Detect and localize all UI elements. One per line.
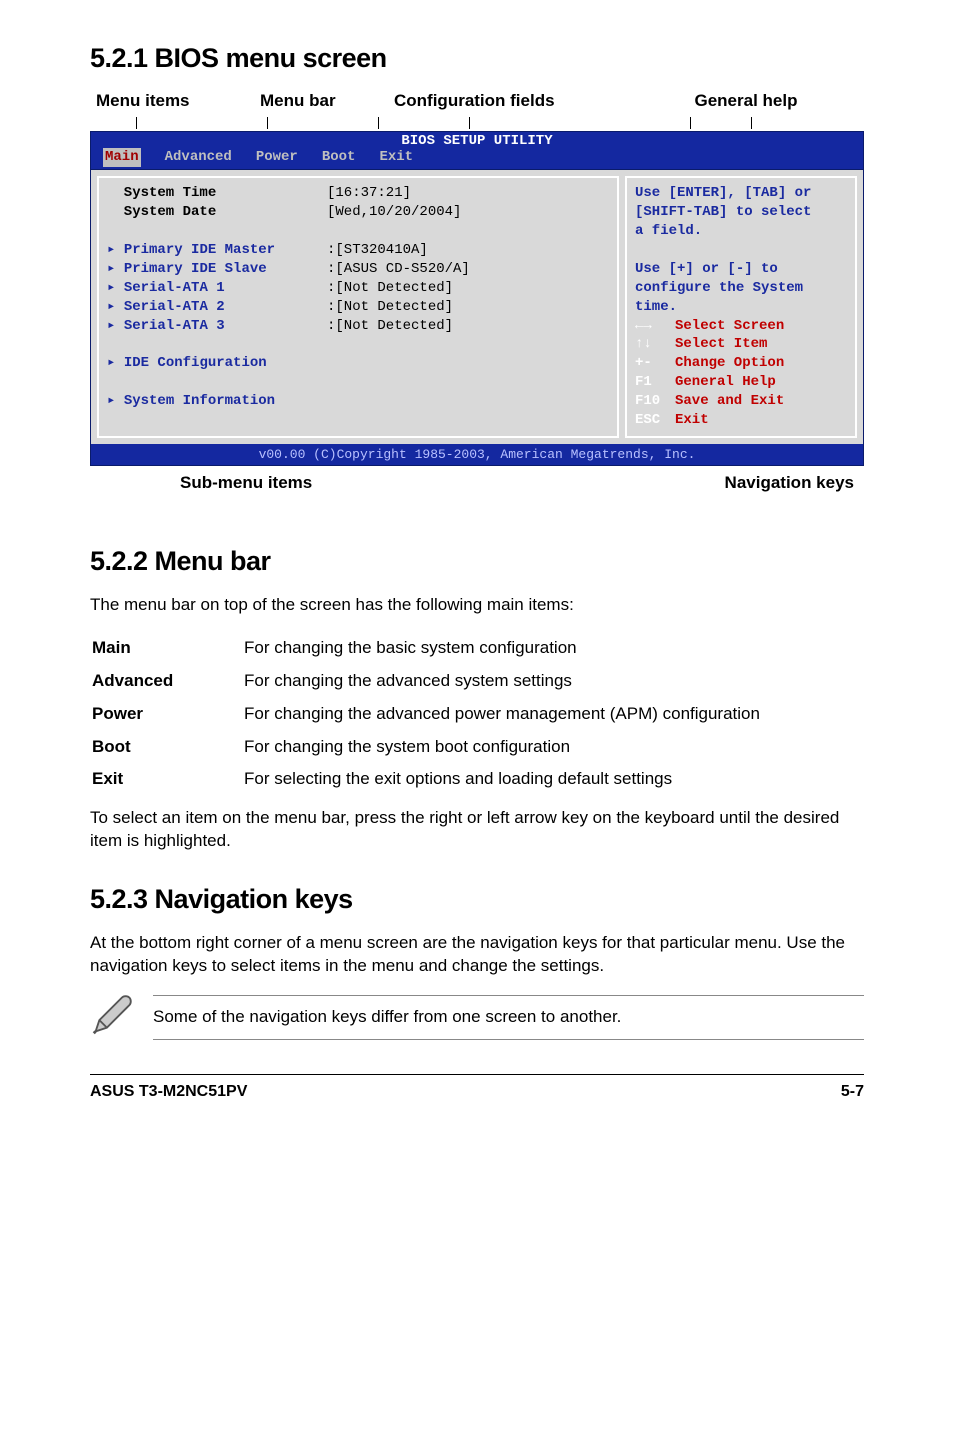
bios-row-value: :[Not Detected] (327, 279, 453, 298)
bios-row-label: ▸ IDE Configuration (107, 354, 327, 373)
bios-tab-power[interactable]: Power (256, 148, 298, 167)
nav-key: F10 (635, 392, 675, 411)
bios-tab-main[interactable]: Main (103, 148, 141, 167)
bios-row-value: :[Not Detected] (327, 298, 453, 317)
def-term: Advanced (92, 666, 242, 697)
nav-desc: Exit (675, 411, 847, 430)
bios-row-label: ▸ Serial-ATA 1 (107, 279, 327, 298)
bios-left-panel: System Time[16:37:21] System Date[Wed,10… (97, 176, 619, 438)
note-block: Some of the navigation keys differ from … (90, 992, 864, 1044)
bios-help-text: Use [ENTER], [TAB] or [SHIFT-TAB] to sel… (635, 184, 847, 316)
def-desc: For selecting the exit options and loadi… (244, 764, 862, 795)
bios-row[interactable]: ▸ Serial-ATA 1:[Not Detected] (107, 279, 609, 298)
bios-row (107, 335, 609, 354)
def-row: PowerFor changing the advanced power man… (92, 699, 862, 730)
bios-row (107, 222, 609, 241)
bios-row-label: ▸ Primary IDE Slave (107, 260, 327, 279)
callout-menu-bar: Menu bar (260, 90, 370, 113)
navkeys-body: At the bottom right corner of a menu scr… (90, 932, 864, 978)
bios-tab-advanced[interactable]: Advanced (165, 148, 232, 167)
def-term: Main (92, 633, 242, 664)
nav-key-row: +-Change Option (635, 354, 847, 373)
bios-row (107, 373, 609, 392)
bios-row[interactable]: ▸ Serial-ATA 3:[Not Detected] (107, 317, 609, 336)
nav-key-row: ↑↓Select Item (635, 335, 847, 354)
bios-row-value: [Wed,10/20/2004] (327, 203, 461, 222)
nav-desc: Select Screen (675, 317, 847, 336)
menubar-definitions: MainFor changing the basic system config… (90, 631, 864, 798)
callout-navigation-keys: Navigation keys (725, 472, 854, 495)
footer-model: ASUS T3-M2NC51PV (90, 1081, 247, 1103)
bios-row[interactable]: ▸ Primary IDE Slave:[ASUS CD-S520/A] (107, 260, 609, 279)
bios-row[interactable]: ▸ Primary IDE Master:[ST320410A] (107, 241, 609, 260)
section-title-521: 5.2.1 BIOS menu screen (90, 40, 864, 76)
def-row: BootFor changing the system boot configu… (92, 732, 862, 763)
def-desc: For changing the basic system configurat… (244, 633, 862, 664)
callouts-top: Menu items Menu bar Configuration fields… (90, 90, 864, 113)
bios-menubar: BIOS SETUP UTILITY Main Advanced Power B… (91, 132, 863, 169)
nav-key: F1 (635, 373, 675, 392)
bios-row[interactable]: ▸ IDE Configuration (107, 354, 609, 373)
pencil-icon (90, 992, 135, 1044)
bios-row[interactable]: ▸ Serial-ATA 2:[Not Detected] (107, 298, 609, 317)
nav-key: ←→ (635, 317, 675, 336)
bios-row: System Date[Wed,10/20/2004] (107, 203, 609, 222)
page-footer: ASUS T3-M2NC51PV 5-7 (90, 1074, 864, 1103)
def-desc: For changing the system boot configurati… (244, 732, 862, 763)
callouts-bottom: Sub-menu items Navigation keys (90, 472, 864, 495)
bios-tab-exit[interactable]: Exit (379, 148, 413, 167)
bios-row-value: [16:37:21] (327, 184, 411, 203)
bios-row-value: :[Not Detected] (327, 317, 453, 336)
note-text: Some of the navigation keys differ from … (153, 995, 864, 1040)
bios-row[interactable]: ▸ System Information (107, 392, 609, 411)
nav-key-row: F1General Help (635, 373, 847, 392)
nav-key: +- (635, 354, 675, 373)
callout-menu-items: Menu items (96, 90, 236, 113)
bios-nav-keys: ←→Select Screen↑↓Select Item+-Change Opt… (635, 317, 847, 430)
nav-desc: Change Option (675, 354, 847, 373)
def-term: Exit (92, 764, 242, 795)
callout-config-fields: Configuration fields (394, 90, 604, 113)
bios-row-label: ▸ Primary IDE Master (107, 241, 327, 260)
bios-right-panel: Use [ENTER], [TAB] or [SHIFT-TAB] to sel… (625, 176, 857, 438)
def-term: Boot (92, 732, 242, 763)
def-row: ExitFor selecting the exit options and l… (92, 764, 862, 795)
nav-key-row: ESCExit (635, 411, 847, 430)
menubar-intro: The menu bar on top of the screen has th… (90, 594, 864, 617)
bios-tab-boot[interactable]: Boot (322, 148, 356, 167)
def-term: Power (92, 699, 242, 730)
callout-submenu-items: Sub-menu items (180, 472, 312, 495)
def-desc: For changing the advanced power manageme… (244, 699, 862, 730)
bios-row-value: :[ST320410A] (327, 241, 428, 260)
bios-row: System Time[16:37:21] (107, 184, 609, 203)
nav-key: ESC (635, 411, 675, 430)
nav-desc: General Help (675, 373, 847, 392)
def-row: MainFor changing the basic system config… (92, 633, 862, 664)
nav-desc: Save and Exit (675, 392, 847, 411)
bios-row-label: ▸ Serial-ATA 3 (107, 317, 327, 336)
menubar-outro: To select an item on the menu bar, press… (90, 807, 864, 853)
section-title-523: 5.2.3 Navigation keys (90, 881, 864, 917)
section-title-522: 5.2.2 Menu bar (90, 543, 864, 579)
footer-page: 5-7 (841, 1081, 864, 1103)
nav-key-row: ←→Select Screen (635, 317, 847, 336)
bios-row-label: ▸ Serial-ATA 2 (107, 298, 327, 317)
bios-screenshot: BIOS SETUP UTILITY Main Advanced Power B… (90, 131, 864, 466)
nav-key: ↑↓ (635, 335, 675, 354)
bios-row-value: :[ASUS CD-S520/A] (327, 260, 470, 279)
def-desc: For changing the advanced system setting… (244, 666, 862, 697)
bios-row-label: System Date (107, 203, 327, 222)
nav-desc: Select Item (675, 335, 847, 354)
nav-key-row: F10Save and Exit (635, 392, 847, 411)
callout-general-help: General help (628, 90, 864, 113)
bios-row-label: System Time (107, 184, 327, 203)
def-row: AdvancedFor changing the advanced system… (92, 666, 862, 697)
bios-copyright: v00.00 (C)Copyright 1985-2003, American … (91, 444, 863, 466)
bios-row-label: ▸ System Information (107, 392, 327, 411)
